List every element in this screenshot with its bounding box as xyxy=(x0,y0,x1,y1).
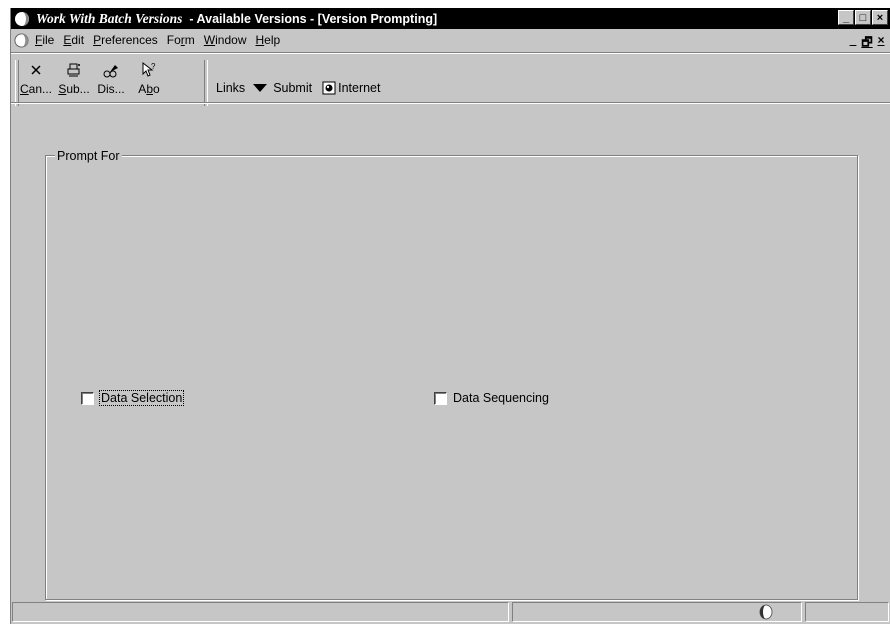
status-pane-main xyxy=(12,602,509,622)
title-form-name: - Available Versions - [Version Promptin… xyxy=(182,11,438,26)
links-label[interactable]: Links xyxy=(216,81,245,95)
minimize-button[interactable]: _ xyxy=(838,10,854,25)
jde-globe-icon xyxy=(15,11,29,26)
data-sequencing-label[interactable]: Data Sequencing xyxy=(453,391,549,405)
maximize-button[interactable]: □ xyxy=(855,10,871,25)
data-sequencing-checkbox[interactable]: Data Sequencing xyxy=(434,391,549,405)
internet-icon[interactable] xyxy=(322,81,336,95)
status-pane-right xyxy=(805,602,889,622)
status-bar xyxy=(11,600,890,624)
toolbar-separator xyxy=(204,60,208,106)
prompt-for-label: Prompt For xyxy=(55,149,122,163)
submit-label: ub... xyxy=(66,82,90,96)
cancel-mnemonic: C xyxy=(19,82,29,96)
mdi-minimize-button[interactable]: _ xyxy=(846,33,860,54)
application-window: Work With Batch Versions - Available Ver… xyxy=(10,8,890,624)
window-title: Work With Batch Versions - Available Ver… xyxy=(36,11,437,27)
about-label-end: o xyxy=(153,82,160,96)
svg-text:?: ? xyxy=(151,62,156,71)
close-icon xyxy=(31,65,41,75)
menu-bar: File Edit Preferences Form Window Help _… xyxy=(11,30,890,50)
mdi-restore-button[interactable]: 🗗 xyxy=(860,33,874,54)
menu-window[interactable]: Window xyxy=(204,33,247,47)
title-bar: Work With Batch Versions - Available Ver… xyxy=(11,8,890,29)
display-label: Dis... xyxy=(97,82,125,96)
activity-globe-icon xyxy=(759,604,773,620)
dropdown-arrow-icon[interactable] xyxy=(252,84,268,92)
jde-globe-icon[interactable] xyxy=(14,32,29,48)
submit-icon xyxy=(67,63,80,77)
prompt-for-groupbox xyxy=(45,155,858,600)
title-app-name: Work With Batch Versions xyxy=(36,10,183,26)
menu-form[interactable]: Form xyxy=(167,33,195,47)
internet-link[interactable]: Internet xyxy=(338,81,380,95)
menu-preferences[interactable]: Preferences xyxy=(93,33,158,47)
cancel-button[interactable]: Can... xyxy=(19,60,53,96)
data-selection-label[interactable]: Data Selection xyxy=(98,390,185,406)
about-button[interactable]: ? Abo xyxy=(132,60,166,96)
display-icon xyxy=(103,65,118,78)
submit-button[interactable]: Sub... xyxy=(57,60,91,96)
links-bar: Links Submit Internet xyxy=(216,81,380,95)
data-selection-checkbox[interactable]: Data Selection xyxy=(81,390,185,406)
menu-help[interactable]: Help xyxy=(255,33,280,47)
menu-file[interactable]: File xyxy=(35,33,54,47)
data-selection-box[interactable] xyxy=(81,391,94,405)
status-pane-secondary xyxy=(512,602,802,622)
cancel-label: an... xyxy=(28,82,53,96)
close-window-button[interactable]: × xyxy=(872,10,888,25)
menu-edit[interactable]: Edit xyxy=(63,33,84,47)
data-sequencing-box[interactable] xyxy=(434,391,447,405)
submit-link[interactable]: Submit xyxy=(273,81,312,95)
display-button[interactable]: Dis... xyxy=(94,60,128,96)
about-mnemonic: b xyxy=(146,82,153,96)
mdi-close-button[interactable]: × xyxy=(874,33,888,54)
toolbar-bottom-separator xyxy=(11,102,890,104)
help-pointer-icon: ? xyxy=(142,61,156,77)
